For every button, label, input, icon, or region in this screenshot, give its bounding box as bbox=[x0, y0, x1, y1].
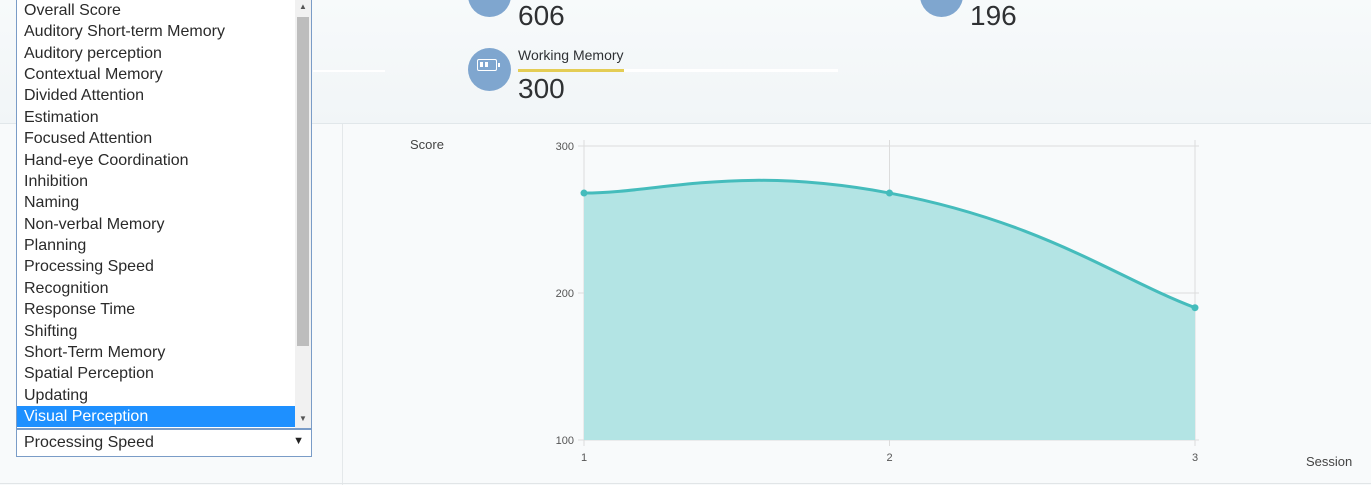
score-chart: 300 200 100 1 2 3 Score Session bbox=[410, 137, 1352, 469]
y-axis-label: Score bbox=[410, 137, 444, 152]
x-tick-label: 2 bbox=[886, 452, 892, 464]
y-tick-label: 200 bbox=[556, 288, 574, 300]
x-axis-label: Session bbox=[1306, 454, 1352, 469]
x-tick-label: 1 bbox=[581, 452, 587, 464]
data-point bbox=[1191, 304, 1199, 312]
y-tick-label: 300 bbox=[556, 141, 574, 153]
x-tick-label: 3 bbox=[1192, 452, 1198, 464]
chart-area bbox=[584, 180, 1195, 440]
y-tick-label: 100 bbox=[556, 435, 574, 447]
data-point bbox=[886, 189, 893, 197]
data-point bbox=[580, 189, 588, 197]
